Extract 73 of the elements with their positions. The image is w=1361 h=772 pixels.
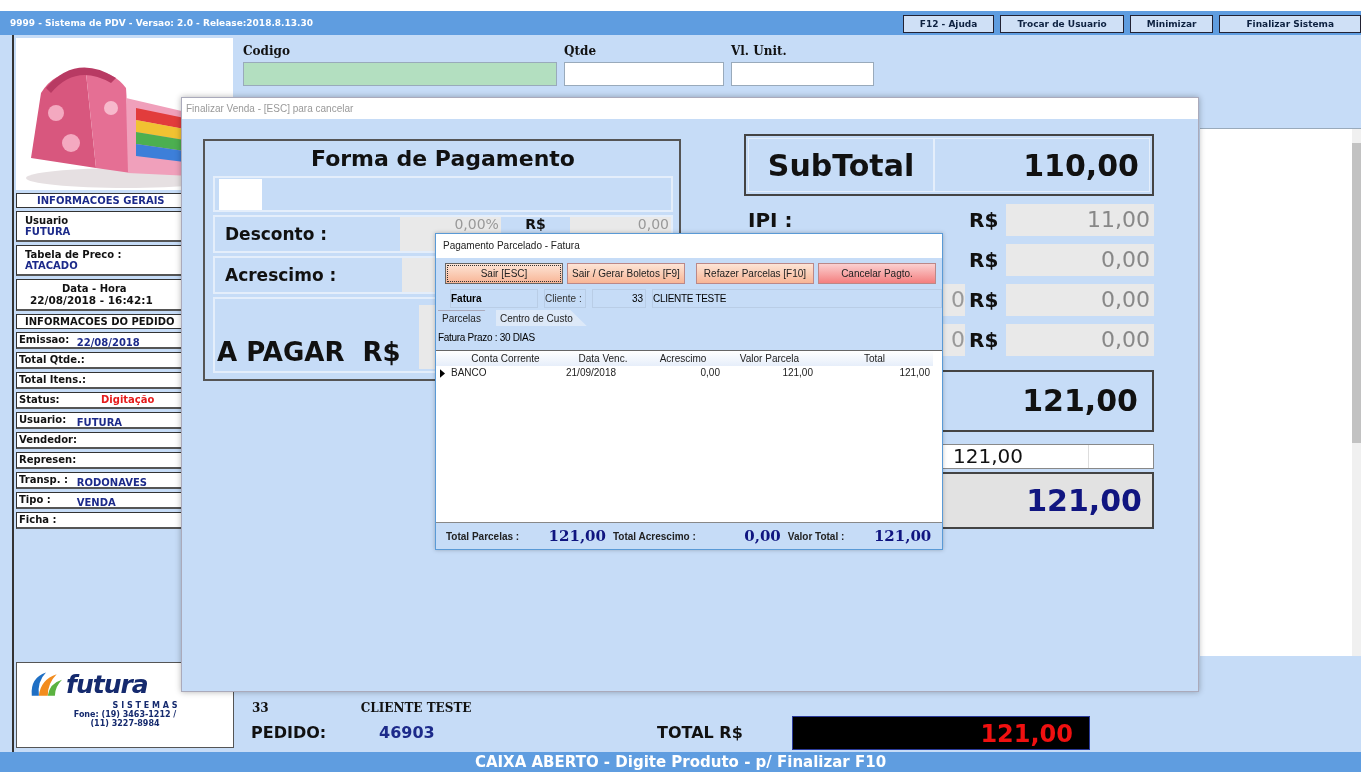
total-value: 121,00 (872, 527, 932, 545)
client-code: 33 (252, 701, 269, 715)
info-label: Tipo : (19, 494, 52, 506)
client-name: CLIENTE TESTE (360, 701, 472, 715)
info-label: Total Qtde.: (19, 354, 86, 366)
table-cell-text: 0,00 (699, 366, 721, 380)
field-label: IPI : (747, 208, 794, 232)
currency-label: R$ (362, 337, 401, 367)
column-header: Total (862, 352, 887, 366)
info-value: VENDA (76, 497, 117, 506)
phone-text: (11) 3227-8984 (90, 719, 160, 728)
status-bar: CAIXA ABERTO - Digite Produto - p/ Finalizar F10 (0, 752, 1361, 772)
invoice-label: Fatura (450, 289, 538, 308)
due-label: A PAGAR (217, 337, 345, 367)
info-label: Data - Hora (62, 283, 127, 294)
value-field: 0,00 (1006, 324, 1154, 356)
order-number: 46903 (379, 723, 436, 742)
info-value: RODONAVES (76, 477, 148, 486)
client-label: Cliente : (544, 289, 586, 308)
info-label: Status: (19, 394, 61, 406)
term-text: Fatura Prazo : 30 DIAS (437, 331, 536, 345)
total-label: TOTAL R$ (657, 723, 744, 742)
table-cell-text: BANCO (450, 366, 488, 380)
info-value: ATACADO (25, 260, 79, 271)
phone-text: Fone: (19) 3463-1212 / (73, 710, 177, 719)
table-cell-text: 21/09/2018 (565, 366, 618, 380)
table-cell-text: 121,00 (898, 366, 931, 380)
order-label: PEDIDO: (251, 723, 328, 742)
info-value: 22/08/2018 (76, 337, 141, 346)
currency-label: R$ (969, 288, 1000, 312)
value-field: 11,00 (1006, 204, 1154, 236)
logo-text: futura (66, 670, 148, 700)
client-name-field: CLIENTE TESTE (652, 289, 942, 308)
info-value: FUTURA (25, 226, 72, 237)
info-label: Emissao: (19, 334, 71, 346)
table-cell-text: 121,00 (781, 366, 814, 380)
currency-label: R$ (524, 217, 547, 231)
column-header: Acrescimo (658, 352, 708, 366)
total-display: 121,00 (792, 715, 1090, 750)
logo-tagline: S I S T E M A S (112, 701, 178, 710)
client-code-field: 33 (592, 289, 646, 308)
popup-title: Pagamento Parcelado - Fatura (436, 234, 942, 258)
info-value: FUTURA (76, 417, 124, 426)
field-label: Vl. Unit. (731, 44, 788, 58)
total-value: 121,00 (547, 527, 606, 545)
subtotal-value: 110,00 (934, 138, 1150, 192)
info-label: Usuario (25, 215, 70, 226)
total-value: 0,00 (743, 527, 781, 545)
group-heading: Forma de Pagamento (310, 145, 576, 173)
info-label: Transp. : (19, 474, 69, 486)
value-field: 0,00 (1006, 244, 1154, 276)
window-title: 9999 - Sistema de PDV - Versao: 2.0 - Release:2018.8.13.30 (10, 18, 313, 28)
info-label: Vendedor: (19, 434, 78, 446)
info-label: Ficha : (19, 514, 58, 526)
subtotal-label: SubTotal (748, 138, 934, 192)
field-label: Acrescimo : (225, 265, 338, 285)
field-label: Codigo (243, 44, 291, 58)
field-label: Desconto : (225, 224, 329, 244)
currency-label: R$ (969, 328, 1000, 352)
info-label: Represen: (19, 454, 78, 466)
info-label: Tabela de Preco : (25, 249, 123, 260)
currency-label: R$ (969, 248, 1000, 272)
info-label: Total Itens.: (19, 374, 87, 386)
info-value: Digitação (101, 394, 155, 406)
column-header: Conta Corrente (470, 352, 541, 366)
value-field: 0,00 (1006, 284, 1154, 316)
info-label: Usuario: (19, 414, 68, 426)
column-header: Data Venc. (577, 352, 629, 366)
currency-label: R$ (969, 208, 1000, 232)
info-value: 22/08/2018 - 16:42:1 (30, 294, 153, 306)
dialog-title: Finalizar Venda - [ESC] para cancelar (182, 98, 1198, 119)
field-label: Qtde (564, 44, 598, 58)
column-header: Valor Parcela (738, 352, 801, 366)
